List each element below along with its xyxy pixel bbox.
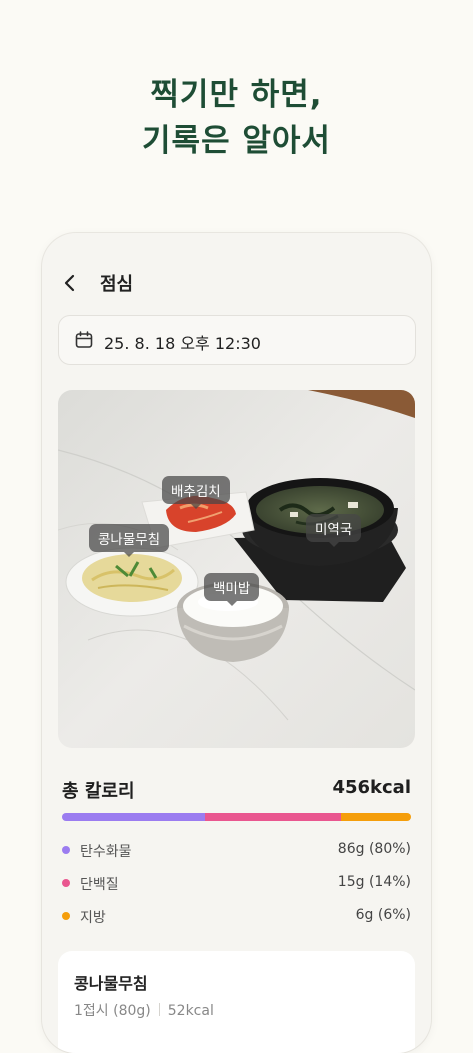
total-calories-value: 456kcal — [332, 777, 411, 798]
headline-line-2: 기록은 알아서 — [142, 123, 331, 159]
page-title: 점심 — [100, 274, 134, 295]
top-bar: 점심 — [42, 265, 431, 301]
protein-label: 단백질 — [80, 877, 119, 893]
fat-dot — [62, 912, 70, 920]
carbs-value: 86g (80%) — [337, 841, 411, 857]
macro-row-fat: 지방 6g (6%) — [62, 906, 411, 926]
meta-divider — [158, 1003, 160, 1016]
protein-value: 15g (14%) — [337, 874, 411, 890]
macro-bar-segment-2 — [341, 813, 411, 821]
macro-row-carbs: 탄수화물 86g (80%) — [62, 840, 411, 860]
phone-mockup: 점심 25. 8. 18 오후 12:30 배추김치 미역국 콩나물무침 백미밥… — [42, 233, 431, 1053]
fat-value: 6g (6%) — [355, 907, 411, 923]
food-item-name: 콩나물무침 — [74, 974, 148, 993]
back-button[interactable] — [56, 269, 84, 297]
food-tag-seaweed-soup[interactable]: 미역국 — [306, 514, 362, 547]
fat-label: 지방 — [80, 910, 106, 926]
protein-dot — [62, 879, 70, 887]
food-item-meta: 1접시 (80g) 52kcal — [74, 1000, 214, 1020]
calendar-icon — [75, 331, 93, 348]
total-calories-row: 총 칼로리 456kcal — [62, 777, 411, 802]
datetime-field[interactable]: 25. 8. 18 오후 12:30 — [58, 315, 416, 365]
food-tag-rice[interactable]: 백미밥 — [204, 573, 260, 606]
meal-photo: 배추김치 미역국 콩나물무침 백미밥 — [58, 390, 415, 748]
macro-distribution-bar — [62, 813, 411, 821]
macro-bar-segment-0 — [62, 813, 206, 821]
macro-bar-segment-1 — [205, 813, 342, 821]
food-tag-kimchi[interactable]: 배추김치 — [162, 476, 230, 509]
macro-row-protein: 단백질 15g (14%) — [62, 873, 411, 893]
meal-photo-illustration — [58, 390, 415, 748]
food-item-card[interactable]: 콩나물무침 1접시 (80g) 52kcal — [58, 951, 415, 1053]
headline-line-1: 찍기만 하면, — [150, 77, 323, 113]
total-calories-label: 총 칼로리 — [62, 781, 135, 802]
carbs-dot — [62, 846, 70, 854]
food-item-serving: 1접시 (80g) — [74, 1003, 151, 1019]
food-tag-bean-sprouts[interactable]: 콩나물무침 — [89, 524, 170, 557]
datetime-value: 25. 8. 18 오후 12:30 — [104, 334, 261, 353]
carbs-label: 탄수화물 — [80, 844, 132, 860]
headline: 찍기만 하면, 기록은 알아서 — [0, 72, 473, 164]
food-item-kcal: 52kcal — [167, 1003, 214, 1019]
chevron-left-icon — [64, 274, 75, 292]
